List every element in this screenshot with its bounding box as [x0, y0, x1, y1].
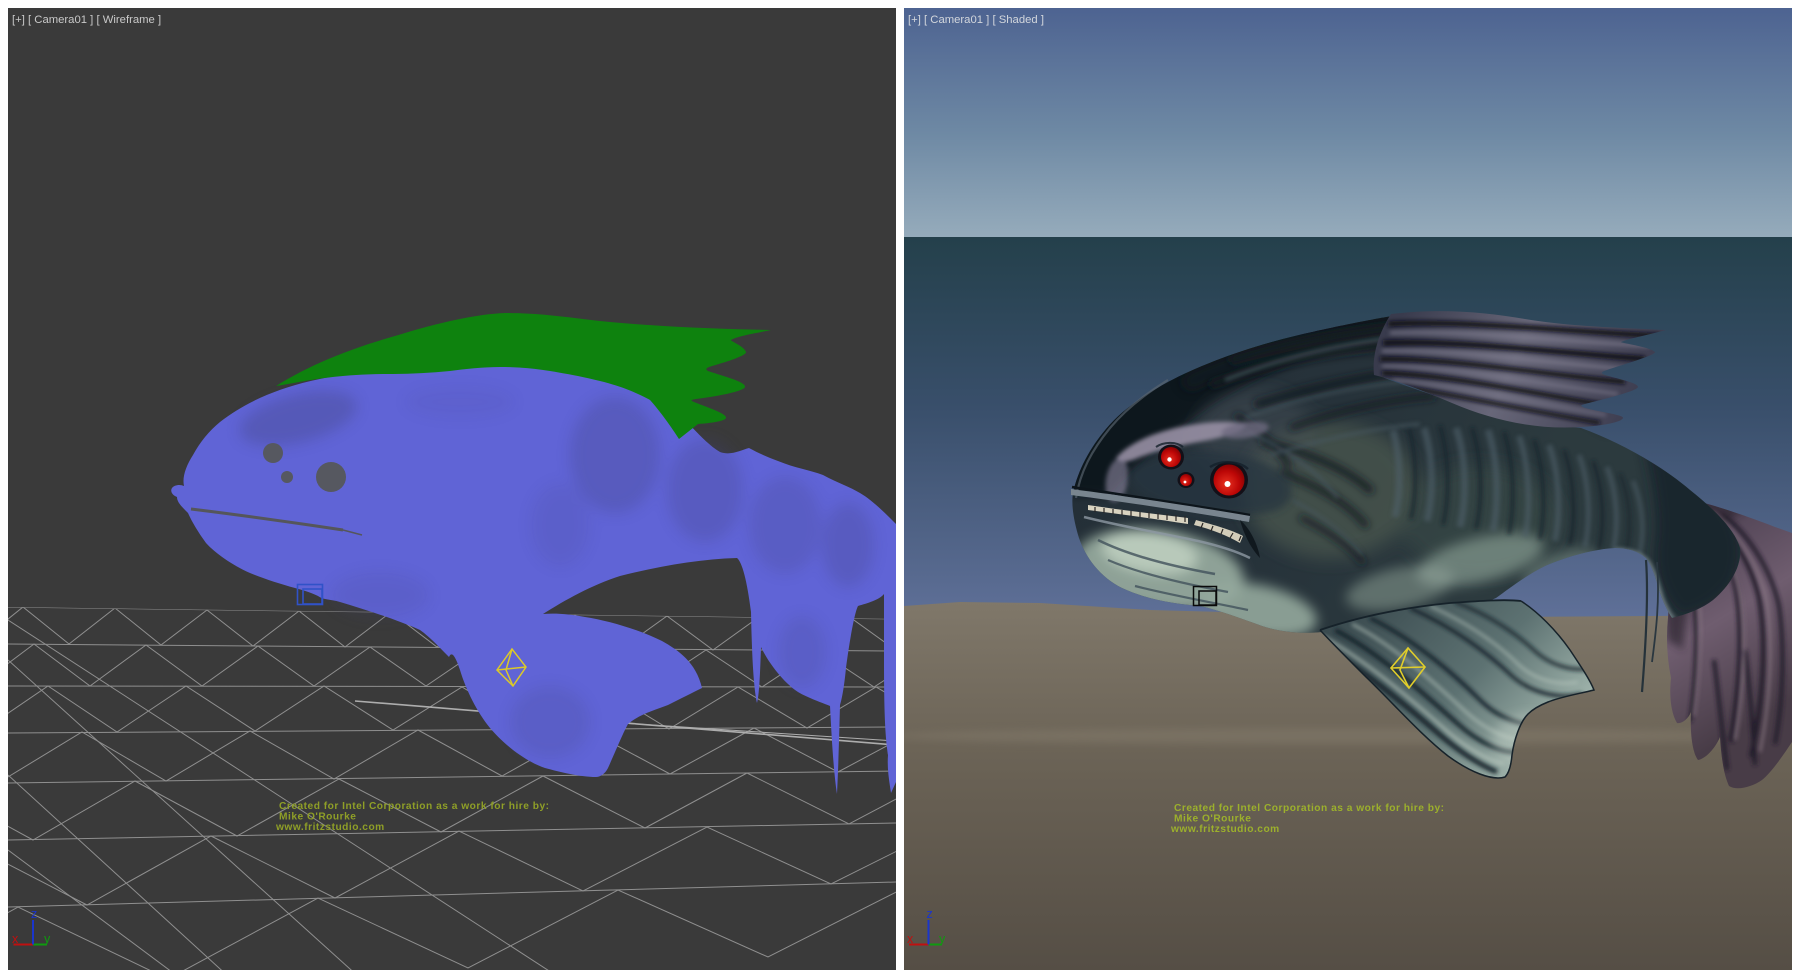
svg-text:y: y [939, 932, 946, 946]
svg-text:www.fritzstudio.com: www.fritzstudio.com [1170, 824, 1280, 835]
svg-text:z: z [31, 907, 37, 921]
svg-text:[+] [ Camera01 ] [ Shaded ]: [+] [ Camera01 ] [ Shaded ] [908, 14, 1044, 26]
svg-text:www.fritzstudio.com: www.fritzstudio.com [275, 822, 385, 833]
svg-text:x: x [12, 932, 19, 946]
svg-text:Mike O'Rourke: Mike O'Rourke [279, 812, 356, 823]
svg-text:Created for Intel Corporation: Created for Intel Corporation as a work … [279, 801, 550, 812]
svg-text:[+] [ Camera01 ] [ Wireframe ]: [+] [ Camera01 ] [ Wireframe ] [12, 14, 161, 26]
svg-text:z: z [927, 907, 933, 921]
svg-text:Created for Intel Corporation: Created for Intel Corporation as a work … [1174, 803, 1445, 814]
svg-text:x: x [907, 932, 914, 946]
svg-text:Mike O'Rourke: Mike O'Rourke [1174, 814, 1251, 825]
svg-text:y: y [44, 932, 51, 946]
